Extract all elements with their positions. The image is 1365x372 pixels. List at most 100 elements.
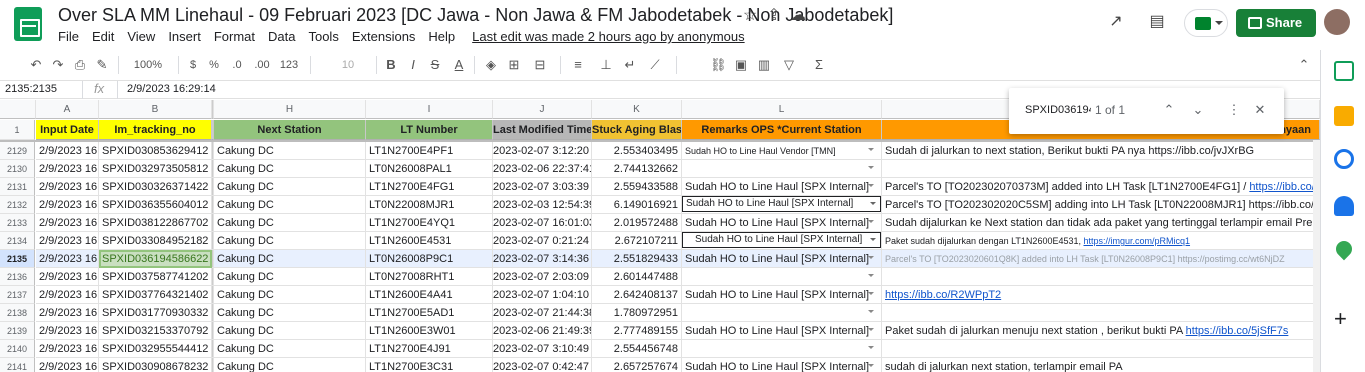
- cell-tracking-no[interactable]: SPXID036355604012: [99, 196, 212, 214]
- cell-last-modified[interactable]: 2023-02-07 16:01:03: [493, 214, 592, 232]
- cell-pertanyaan[interactable]: Parcel's TO [TO202302020C5SM] adding int…: [882, 196, 1320, 214]
- row-number[interactable]: 2140: [0, 340, 35, 358]
- cell-input-date[interactable]: 2/9/2023 16:: [36, 250, 99, 268]
- print-icon[interactable]: ⎙: [72, 56, 88, 74]
- chevron-down-icon[interactable]: [862, 178, 880, 195]
- cell-remarks-ops[interactable]: Sudah HO to Line Haul [SPX Internal]: [682, 322, 882, 340]
- cell-tracking-no[interactable]: SPXID030908678232: [99, 358, 212, 372]
- filter-icon[interactable]: ▽: [779, 56, 799, 74]
- currency-format[interactable]: $: [187, 56, 199, 74]
- cell-input-date[interactable]: 2/9/2023 16:: [36, 358, 99, 372]
- cell-stuck-aging[interactable]: 1.780972951: [592, 304, 682, 322]
- cell-pertanyaan[interactable]: Parcel's TO [TO2023020601Q8K] added into…: [882, 250, 1320, 268]
- cell-stuck-aging[interactable]: 2.559433588: [592, 178, 682, 196]
- cell-lt-number[interactable]: LT1N2600E4531: [366, 232, 493, 250]
- row-number[interactable]: 2136: [0, 268, 35, 286]
- cell-stuck-aging[interactable]: 2.553403495: [592, 142, 682, 160]
- cell-tracking-no[interactable]: SPXID032955544412: [99, 340, 212, 358]
- cell-tracking-no[interactable]: SPXID032153370792: [99, 322, 212, 340]
- cell-pertanyaan[interactable]: Sudah dijalurkan ke Next station dan tid…: [882, 214, 1320, 232]
- column-header-l[interactable]: L: [682, 100, 882, 119]
- cell-input-date[interactable]: 2/9/2023 16:: [36, 322, 99, 340]
- undo-icon[interactable]: ↶: [28, 56, 44, 74]
- cell-next-station[interactable]: Cakung DC: [214, 160, 366, 178]
- find-previous-icon[interactable]: ⌃: [1159, 100, 1179, 120]
- cell-tracking-no[interactable]: SPXID037587741202: [99, 268, 212, 286]
- star-icon[interactable]: ☆: [740, 6, 760, 26]
- italic-icon[interactable]: I: [406, 56, 420, 74]
- fill-color-icon[interactable]: ◈: [484, 56, 498, 74]
- chevron-down-icon[interactable]: [862, 250, 880, 267]
- horizontal-align-icon[interactable]: ≡: [568, 56, 588, 74]
- cell-last-modified[interactable]: 2023-02-07 3:10:49: [493, 340, 592, 358]
- row-number[interactable]: 2139: [0, 322, 35, 340]
- text-color-icon[interactable]: A: [452, 56, 466, 74]
- row-number[interactable]: 2130: [0, 160, 35, 178]
- cell-remarks-ops[interactable]: Sudah HO to Line Haul [SPX Internal]: [682, 178, 882, 196]
- cell-lt-number[interactable]: LT0N22008MJR1: [366, 196, 493, 214]
- cell-input-date[interactable]: 2/9/2023 16:: [36, 232, 99, 250]
- cell-tracking-no[interactable]: SPXID033084952182: [99, 232, 212, 250]
- cell-pertanyaan[interactable]: sudah di jalurkan next station, terlampi…: [882, 358, 1320, 372]
- chevron-down-icon[interactable]: [862, 304, 880, 321]
- cell-tracking-no[interactable]: SPXID030326371422: [99, 178, 212, 196]
- cell-last-modified[interactable]: 2023-02-07 3:12:20: [493, 142, 592, 160]
- cell-remarks-ops[interactable]: Sudah HO to Line Haul [SPX Internal]: [682, 232, 882, 250]
- cell-pertanyaan[interactable]: [882, 268, 1320, 286]
- column-header-b[interactable]: B: [99, 100, 212, 119]
- contacts-icon[interactable]: [1334, 196, 1354, 216]
- cell-lt-number[interactable]: LT1N2700E4YQ1: [366, 214, 493, 232]
- insert-comment-icon[interactable]: ▣: [733, 56, 749, 74]
- row-number[interactable]: 2138: [0, 304, 35, 322]
- cell-last-modified[interactable]: 2023-02-07 0:21:24: [493, 232, 592, 250]
- evidence-link[interactable]: https://ibb.co/5jSfF7s: [1186, 325, 1289, 337]
- cell-input-date[interactable]: 2/9/2023 16:: [36, 304, 99, 322]
- cell-tracking-no[interactable]: SPXID030853629412: [99, 142, 212, 160]
- cell-next-station[interactable]: Cakung DC: [214, 214, 366, 232]
- bold-icon[interactable]: B: [384, 56, 398, 74]
- cell-input-date[interactable]: 2/9/2023 16:: [36, 178, 99, 196]
- menu-file[interactable]: File: [58, 29, 79, 44]
- column-header-k[interactable]: K: [592, 100, 682, 119]
- paint-format-icon[interactable]: ✎: [94, 56, 110, 74]
- number-format-select[interactable]: 123: [276, 56, 302, 74]
- chevron-down-icon[interactable]: [862, 286, 880, 303]
- cell-last-modified[interactable]: 2023-02-07 3:14:36: [493, 250, 592, 268]
- add-addon-icon[interactable]: +: [1334, 308, 1347, 330]
- cell-pertanyaan[interactable]: [882, 304, 1320, 322]
- cell-pertanyaan[interactable]: https://ibb.co/R2WPpT2: [882, 286, 1320, 304]
- formula-input[interactable]: 2/9/2023 16:29:14: [127, 83, 216, 95]
- collapse-toolbar-icon[interactable]: ⌃: [1296, 56, 1312, 74]
- maps-icon[interactable]: [1332, 237, 1356, 261]
- cell-input-date[interactable]: 2/9/2023 16:: [36, 160, 99, 178]
- insert-chart-icon[interactable]: ▥: [756, 56, 772, 74]
- cell-input-date[interactable]: 2/9/2023 16:: [36, 214, 99, 232]
- column-header-j[interactable]: J: [493, 100, 592, 119]
- cell-stuck-aging[interactable]: 2.642408137: [592, 286, 682, 304]
- header-remarks-ops[interactable]: Remarks OPS *Current Station: [682, 120, 882, 140]
- cell-next-station[interactable]: Cakung DC: [214, 304, 366, 322]
- cell-tracking-no[interactable]: SPXID036194586622: [99, 250, 212, 268]
- remarks-dropdown[interactable]: Sudah HO to Line Haul [SPX Internal]: [682, 232, 881, 248]
- row-number[interactable]: 1: [0, 120, 35, 140]
- avatar[interactable]: [1324, 9, 1350, 35]
- menu-data[interactable]: Data: [268, 29, 295, 44]
- font-size-select[interactable]: 10: [328, 56, 368, 74]
- header-next-station[interactable]: Next Station: [214, 120, 366, 140]
- cell-last-modified[interactable]: 2023-02-03 12:54:39: [493, 196, 592, 214]
- cell-pertanyaan[interactable]: Parcel's TO [TO202302070373M] added into…: [882, 178, 1320, 196]
- cell-tracking-no[interactable]: SPXID037764321402: [99, 286, 212, 304]
- cell-next-station[interactable]: Cakung DC: [214, 142, 366, 160]
- row-number[interactable]: 2137: [0, 286, 35, 304]
- keep-icon[interactable]: [1334, 106, 1354, 126]
- cell-next-station[interactable]: Cakung DC: [214, 250, 366, 268]
- sheets-icon[interactable]: [1334, 61, 1354, 81]
- chevron-down-icon[interactable]: [862, 340, 880, 357]
- insert-link-icon[interactable]: ⛓: [710, 56, 727, 74]
- borders-icon[interactable]: ⊞: [507, 56, 521, 74]
- row-number[interactable]: 2131: [0, 178, 35, 196]
- activity-trend-icon[interactable]: ↗: [1106, 12, 1126, 32]
- cell-lt-number[interactable]: LT1N2600E3W01: [366, 322, 493, 340]
- cell-last-modified[interactable]: 2023-02-07 3:03:39: [493, 178, 592, 196]
- cell-next-station[interactable]: Cakung DC: [214, 178, 366, 196]
